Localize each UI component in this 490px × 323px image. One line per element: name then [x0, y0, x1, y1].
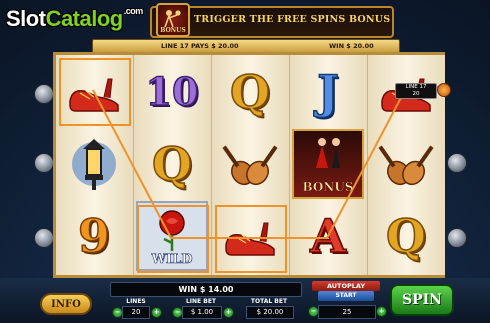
symbol-10: 10 [136, 57, 208, 127]
payline-marker-icon[interactable] [437, 83, 451, 97]
right-payline-knob-mid[interactable] [447, 153, 467, 173]
spin-button[interactable]: SPIN [390, 284, 454, 316]
symbol-j: J [292, 57, 364, 127]
win-highlight-reel3 [215, 205, 287, 273]
bonus-label: BONUS [302, 180, 354, 195]
win-amount-text: WIN $ 20.00 [329, 42, 374, 50]
symbol-q-glyph: Q [151, 137, 193, 191]
payline-tag-value: 20 [412, 90, 420, 97]
reel-4: J BONUS A [290, 55, 368, 275]
payline-tag: LINE 17 20 [395, 83, 437, 99]
slotcatalog-logo: SlotCatalog.com [6, 6, 143, 32]
autoplay-plus-button[interactable]: + [376, 306, 387, 317]
emblem-label: BONUS [160, 27, 186, 34]
lines-label: LINES [126, 298, 146, 305]
right-payline-knob-bottom[interactable] [447, 228, 467, 248]
symbol-q: Q [214, 57, 286, 127]
left-payline-knob-top[interactable] [34, 84, 54, 104]
lantern-icon [58, 129, 130, 199]
line-bet-label: LINE BET [185, 298, 217, 305]
autoplay-button[interactable]: AUTOPLAY [312, 281, 380, 291]
logo-tld: .com [123, 6, 144, 16]
line-pays-text: LINE 17 PAYS $ 20.00 [161, 42, 239, 50]
lines-value: 20 [122, 306, 150, 319]
symbol-a: A [292, 201, 364, 271]
lines-plus-button[interactable]: + [151, 307, 162, 318]
bonus-emblem-icon: BONUS [156, 3, 190, 37]
line-bet-value: $ 1.00 [182, 306, 222, 319]
logo-prefix: Slot [6, 6, 46, 31]
bonus-dancers-icon: BONUS [292, 129, 364, 199]
autoplay-start-button[interactable]: START [318, 291, 374, 301]
symbol-q-glyph: Q [385, 209, 427, 263]
win-display: WIN $ 14.00 [110, 282, 302, 297]
logo-suffix: Catalog [45, 6, 124, 31]
symbol-9-glyph: 9 [77, 209, 111, 263]
guitars-icon [370, 129, 442, 199]
left-payline-knob-bottom[interactable] [34, 228, 54, 248]
line-bet-plus-button[interactable]: + [223, 307, 234, 318]
total-bet-label: TOTAL BET [250, 298, 288, 305]
left-payline-knob-mid[interactable] [34, 153, 54, 173]
symbol-10-glyph: 10 [145, 69, 199, 114]
symbol-q: Q [136, 129, 208, 199]
reels-panel: 9 10 Q WILD Q J BONUS A Q [53, 52, 445, 278]
win-highlight-reel2 [137, 205, 209, 273]
autoplay-count: 25 [318, 305, 376, 319]
guitars-icon [214, 129, 286, 199]
symbol-9: 9 [58, 201, 130, 271]
total-bet-value: $ 20.00 [246, 306, 294, 319]
symbol-q: Q [370, 201, 442, 271]
win-highlight-reel1 [59, 58, 131, 126]
symbol-a-glyph: A [309, 209, 346, 263]
symbol-q-glyph: Q [229, 65, 271, 119]
symbol-j-glyph: J [316, 65, 339, 119]
banner-message: TRIGGER THE FREE SPINS BONUS [194, 14, 391, 25]
info-button[interactable]: INFO [40, 293, 92, 315]
